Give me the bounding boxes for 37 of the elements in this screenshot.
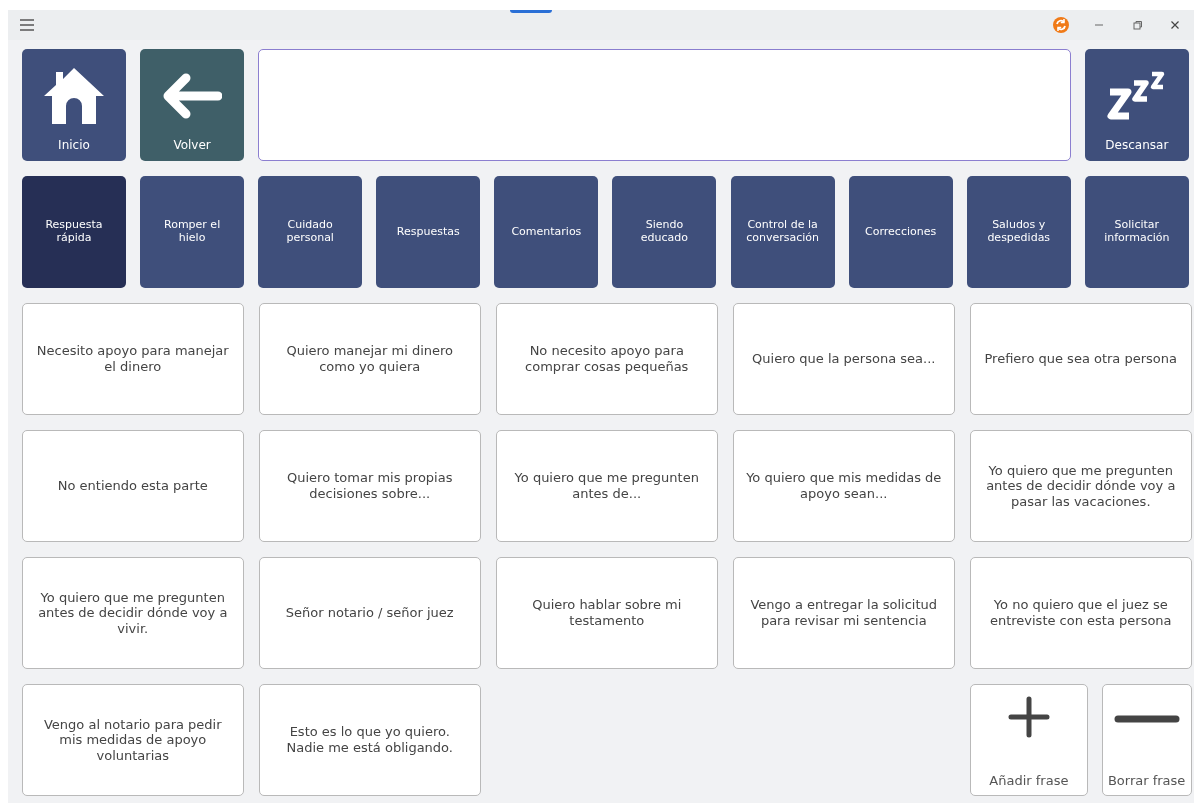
category-tab[interactable]: Comentarios	[494, 176, 599, 288]
delete-phrase-button[interactable]: Borrar frase	[1101, 684, 1192, 796]
category-tab[interactable]: Solicitar información	[1084, 176, 1189, 288]
add-phrase-button[interactable]: Añadir frase	[970, 684, 1088, 796]
category-tab[interactable]: Correcciones	[848, 176, 953, 288]
home-button[interactable]: Inicio	[22, 49, 126, 161]
phrase-button[interactable]: Vengo al notario para pedir mis medidas de apoyo voluntarias	[22, 684, 244, 796]
message-field[interactable]	[258, 49, 1071, 161]
category-tab[interactable]: Control de la conversación	[730, 176, 835, 288]
phrase-button[interactable]: Señor notario / señor juez	[259, 557, 481, 669]
phrase-button[interactable]: No necesito apoyo para comprar cosas pequeñas	[496, 303, 718, 415]
category-tab[interactable]: Respuestas	[376, 176, 481, 288]
phrase-button[interactable]: Quiero manejar mi dinero como yo quiera	[259, 303, 481, 415]
back-button[interactable]: Volver	[140, 49, 245, 161]
phrase-button[interactable]: Quiero tomar mis propias decisiones sobre...	[259, 430, 481, 542]
phrase-button[interactable]: Quiero que la persona sea...	[733, 303, 955, 415]
phrase-button[interactable]: Yo quiero que me pregunten antes de decidir dónde voy a vivir.	[22, 557, 244, 669]
phrase-button[interactable]: Esto es lo que yo quiero. Nadie me está obligando.	[259, 684, 481, 796]
phrase-button[interactable]: Yo quiero que me pregunten antes de...	[496, 430, 718, 542]
category-tab[interactable]: Respuesta rápida	[22, 176, 126, 288]
phrase-button[interactable]: Yo quiero que mis medidas de apoyo sean...	[733, 430, 955, 542]
phrase-button[interactable]: Prefiero que sea otra persona	[970, 303, 1192, 415]
arrow-left-icon	[162, 72, 223, 121]
category-tab[interactable]: Saludos y despedidas	[966, 176, 1071, 288]
phrase-button[interactable]: No entiendo esta parte	[22, 430, 244, 542]
phrase-button[interactable]: Yo quiero que me pregunten antes de decidir dónde voy a pasar las vacaciones.	[970, 430, 1192, 542]
category-tab[interactable]: Cuidado personal	[258, 176, 363, 288]
phrase-button[interactable]: Quiero hablar sobre mi testamento	[496, 557, 718, 669]
category-tab[interactable]: Siendo educado	[612, 176, 717, 288]
rest-button[interactable]: Descansar	[1084, 49, 1189, 161]
phrase-button[interactable]: Necesito apoyo para manejar el dinero	[22, 303, 244, 415]
plus-icon	[1006, 695, 1051, 739]
phrase-button[interactable]: Yo no quiero que el juez se entreviste con esta persona	[970, 557, 1192, 669]
category-tab[interactable]: Romper el hielo	[140, 176, 245, 288]
minus-icon	[1113, 715, 1180, 723]
sync-icon[interactable]	[1050, 14, 1072, 36]
phrase-button[interactable]: Vengo a entregar la solicitud para revisar mi sentencia	[733, 557, 955, 669]
